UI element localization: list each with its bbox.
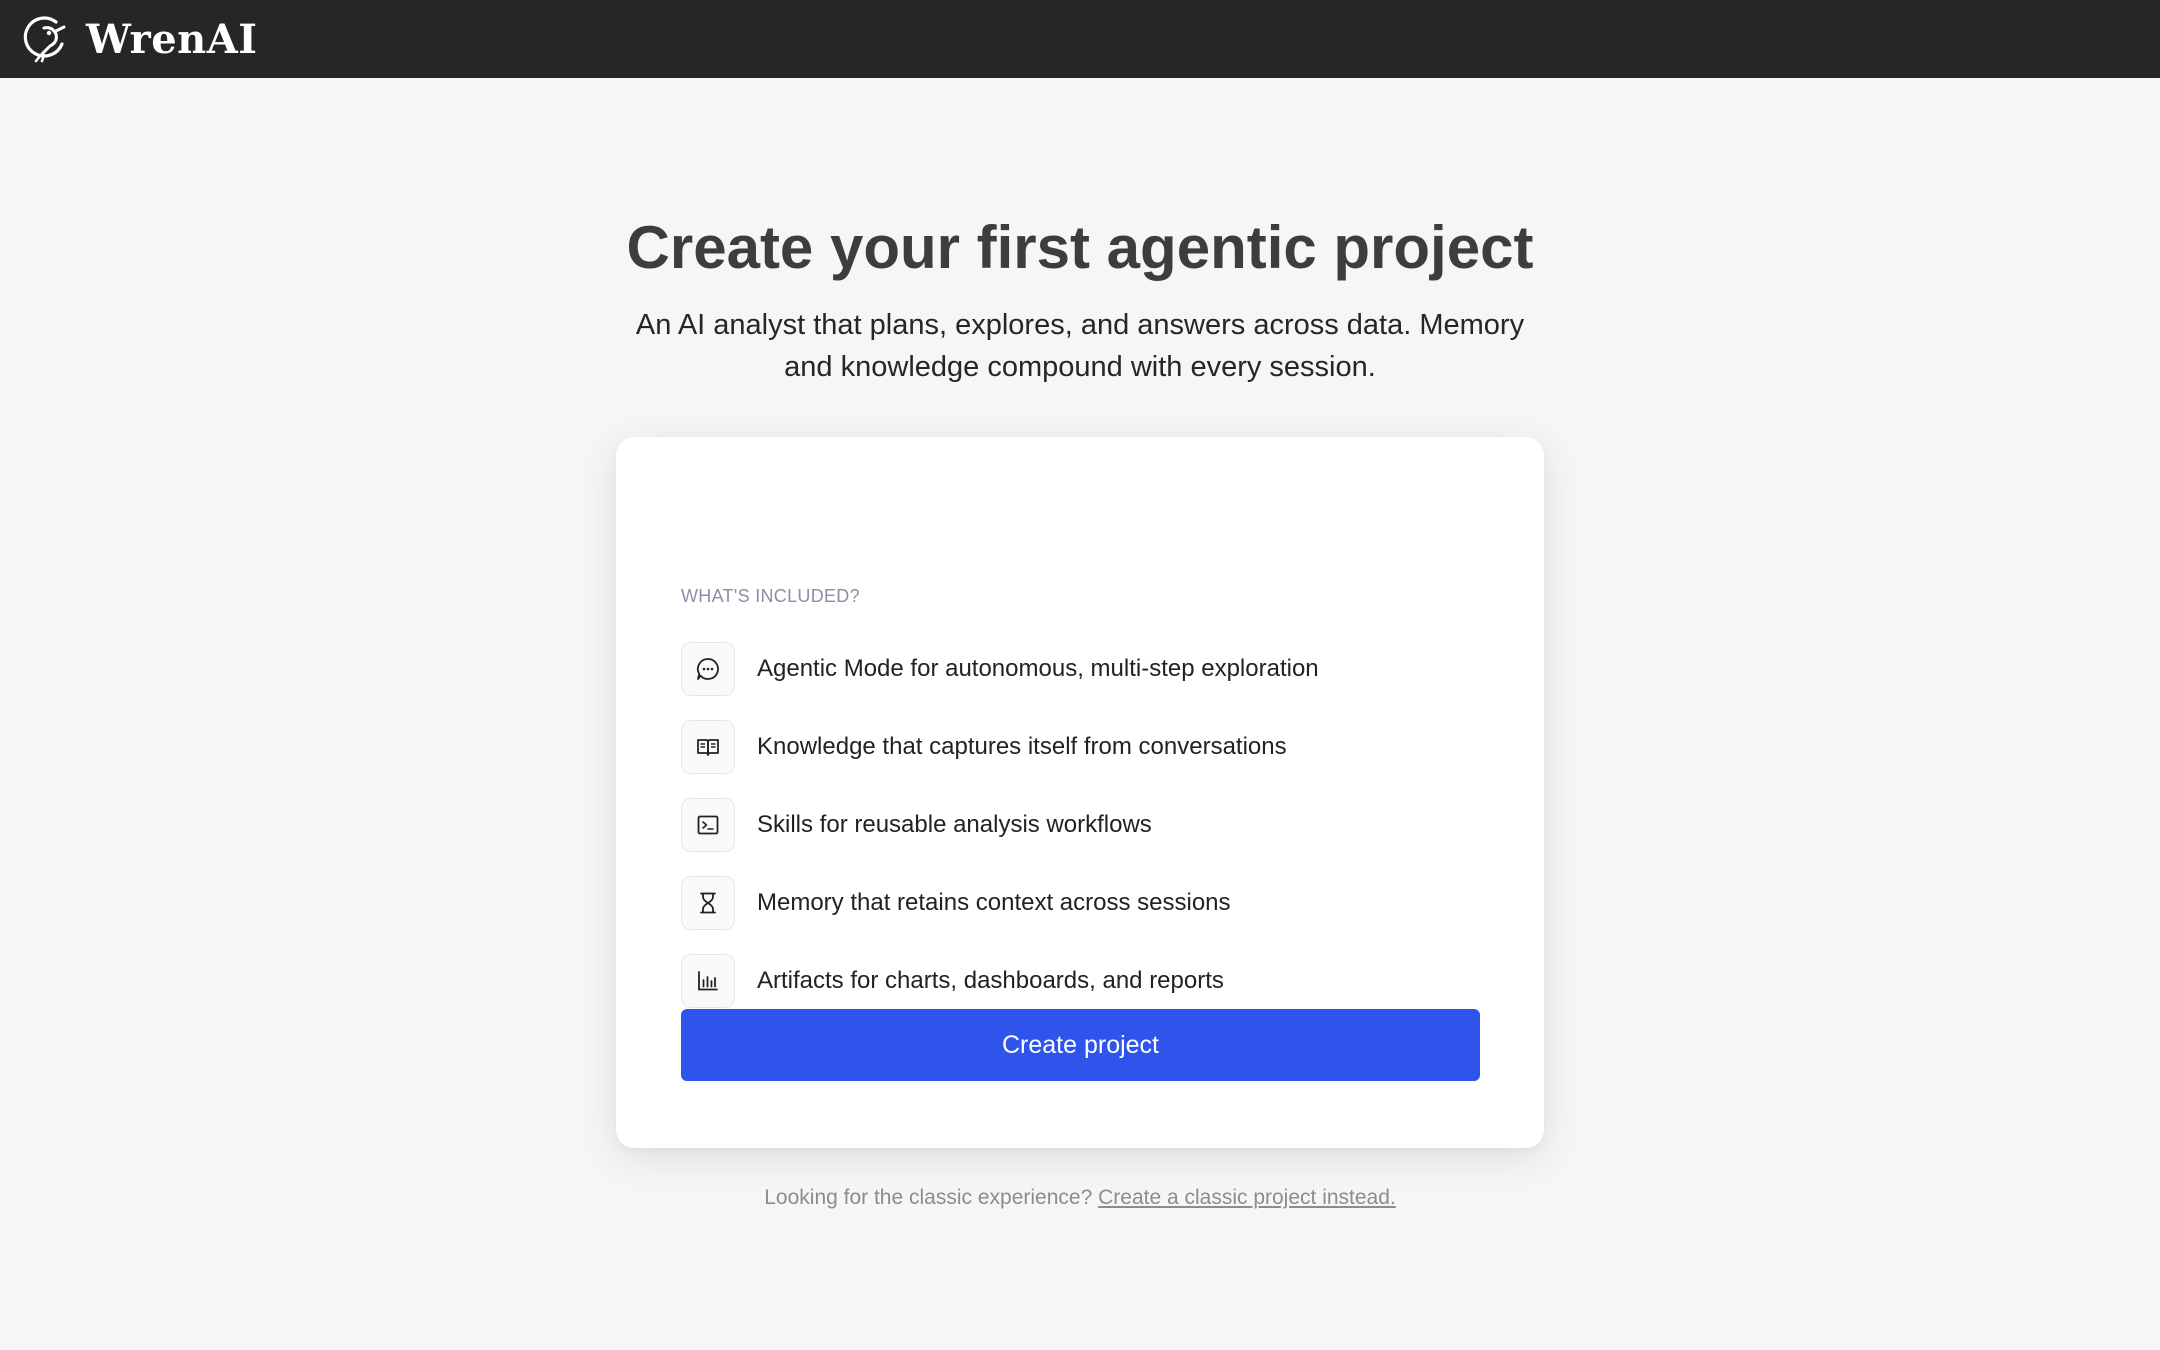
create-classic-project-link[interactable]: Create a classic project instead. — [1098, 1186, 1396, 1209]
bar-chart-icon — [681, 954, 735, 1008]
feature-label: Artifacts for charts, dashboards, and re… — [757, 967, 1224, 994]
feature-list: Agentic Mode for autonomous, multi-step … — [681, 641, 1319, 1031]
feature-label: Agentic Mode for autonomous, multi-step … — [757, 655, 1319, 682]
page-title: Create your first agentic project — [626, 214, 1534, 281]
hourglass-icon — [681, 876, 735, 930]
feature-label: Knowledge that captures itself from conv… — [757, 733, 1287, 760]
feature-item-skills: Skills for reusable analysis workflows — [681, 797, 1319, 853]
terminal-icon — [681, 798, 735, 852]
feature-item-memory: Memory that retains context across sessi… — [681, 875, 1319, 931]
app-name: WrenAI — [86, 15, 258, 63]
chat-bubble-icon — [681, 642, 735, 696]
project-card: WHAT'S INCLUDED? Agentic Mode for autono… — [616, 437, 1544, 1148]
feature-label: Skills for reusable analysis workflows — [757, 811, 1152, 838]
feature-item-knowledge: Knowledge that captures itself from conv… — [681, 719, 1319, 775]
wren-bird-logo-icon — [23, 16, 66, 63]
feature-label: Memory that retains context across sessi… — [757, 889, 1231, 916]
top-nav-bar: WrenAI — [0, 0, 2160, 78]
page-subtitle: An AI analyst that plans, explores, and … — [635, 309, 1525, 383]
included-heading: WHAT'S INCLUDED? — [681, 586, 860, 606]
classic-experience-note: Looking for the classic experience? Crea… — [0, 1186, 2160, 1210]
create-project-button[interactable]: Create project — [681, 1009, 1480, 1081]
book-open-icon — [681, 720, 735, 774]
app-logo[interactable]: WrenAI — [22, 14, 257, 64]
feature-item-agentic-mode: Agentic Mode for autonomous, multi-step … — [681, 641, 1319, 697]
feature-item-artifacts: Artifacts for charts, dashboards, and re… — [681, 953, 1319, 1009]
main-content: Create your first agentic project An AI … — [0, 78, 2160, 1350]
classic-prompt-text: Looking for the classic experience? — [764, 1186, 1093, 1209]
